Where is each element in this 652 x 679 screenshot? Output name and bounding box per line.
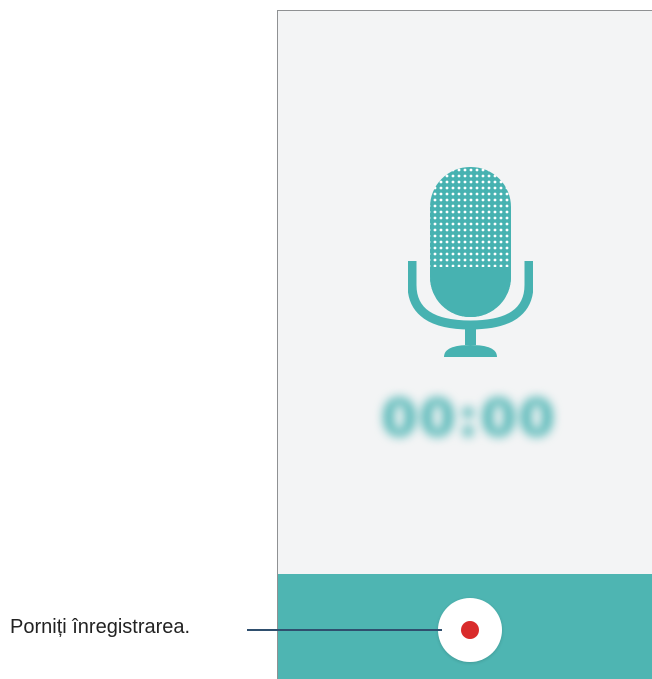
record-dot-icon — [461, 621, 479, 639]
bottom-control-bar — [278, 574, 652, 679]
voice-recorder-screen: 00:00 — [277, 10, 652, 679]
callout-label: Porniți înregistrarea. — [10, 616, 191, 638]
microphone-icon — [407, 167, 534, 363]
callout-line — [247, 629, 442, 631]
page: 00:00 Porniți înregistrarea. — [0, 0, 652, 679]
recording-timer: 00:00 — [381, 389, 557, 449]
record-button[interactable] — [438, 598, 502, 662]
